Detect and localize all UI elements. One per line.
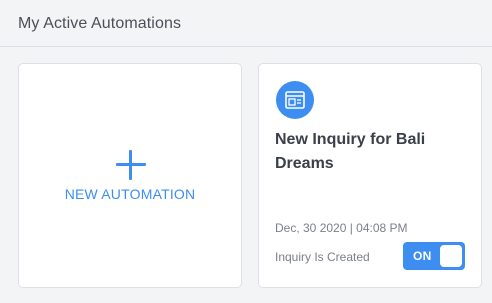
automation-date: Dec, 30 2020 | 04:08 PM bbox=[275, 221, 408, 235]
toggle-label: ON bbox=[413, 249, 432, 263]
plus-icon bbox=[116, 150, 146, 180]
new-automation-card[interactable]: NEW AUTOMATION bbox=[18, 63, 242, 288]
automation-title: New Inquiry for Bali Dreams bbox=[275, 131, 426, 172]
new-automation-label: NEW AUTOMATION bbox=[64, 186, 196, 202]
page-header: My Active Automations bbox=[0, 0, 492, 47]
page-title: My Active Automations bbox=[18, 15, 182, 32]
inquiry-form-icon bbox=[276, 81, 314, 119]
toggle-knob bbox=[440, 245, 462, 267]
automation-toggle[interactable]: ON bbox=[403, 242, 465, 270]
automation-trigger: Inquiry Is Created bbox=[275, 250, 370, 264]
automation-card[interactable]: New Inquiry for Bali Dreams Dec, 30 2020… bbox=[258, 63, 482, 288]
